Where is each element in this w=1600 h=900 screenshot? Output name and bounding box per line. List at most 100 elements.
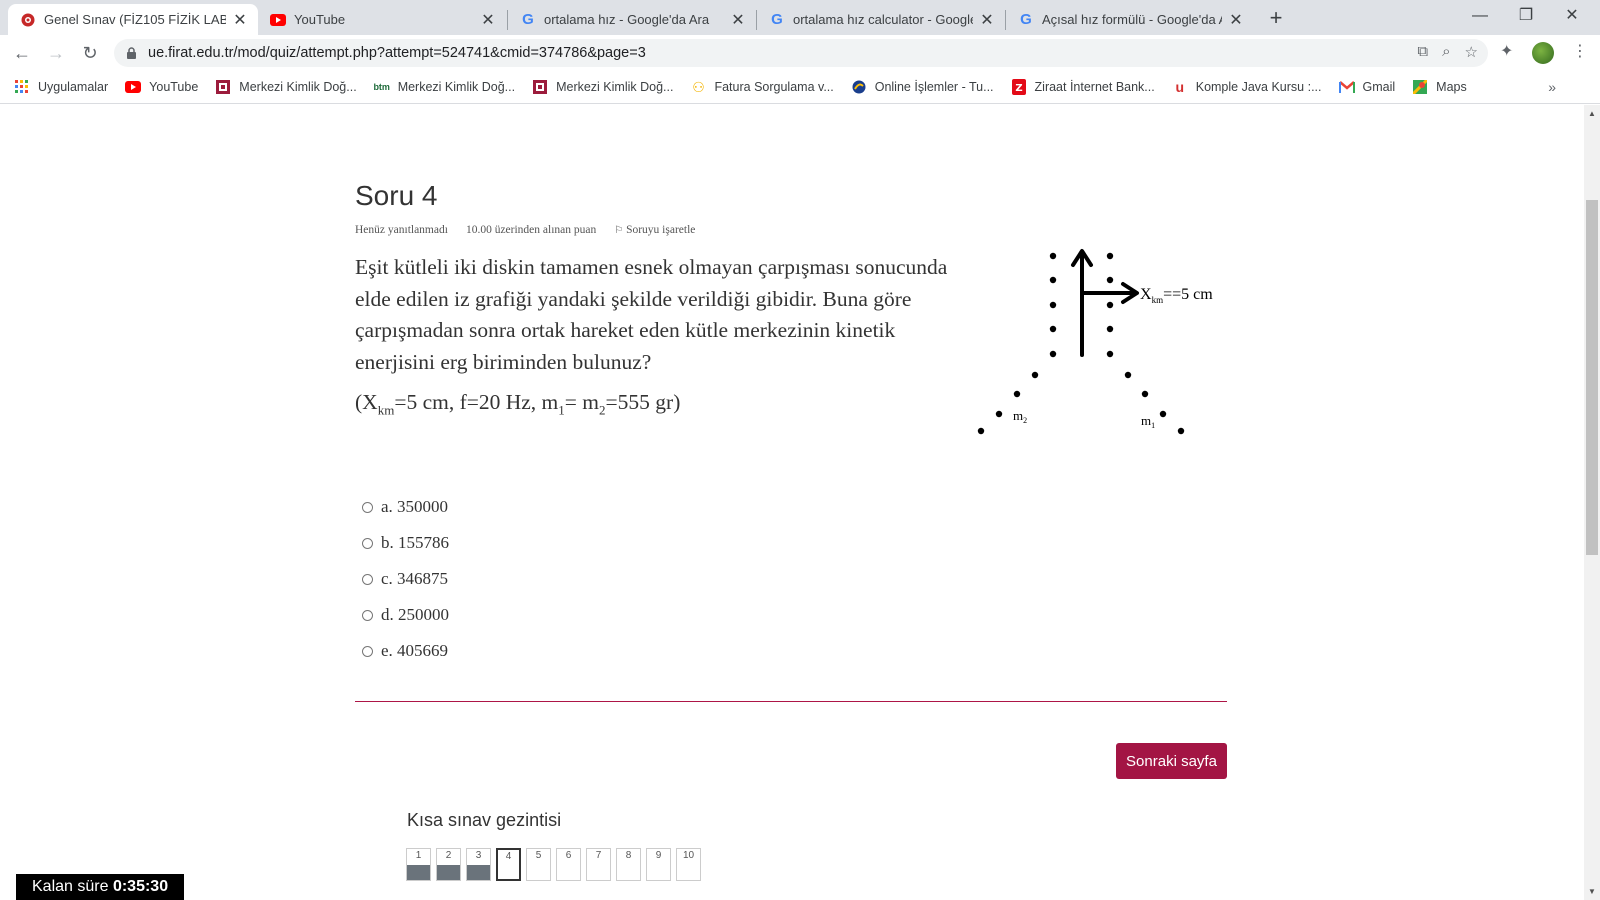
- timer-value: 0:35:30: [112, 878, 169, 895]
- address-bar[interactable]: ue.firat.edu.tr/mod/quiz/attempt.php?att…: [114, 39, 1488, 67]
- nav-question-5[interactable]: 5: [526, 848, 551, 881]
- scrollbar-thumb[interactable]: [1586, 200, 1598, 555]
- tab-quiz[interactable]: Genel Sınav (FİZ105 FİZİK LABOR ✕: [8, 4, 258, 35]
- bookmark-label: Maps: [1436, 80, 1467, 94]
- radio-button[interactable]: [362, 501, 373, 513]
- nav-question-7[interactable]: 7: [586, 848, 611, 881]
- minimize-icon[interactable]: —: [1457, 0, 1503, 32]
- close-tab-icon[interactable]: ✕: [480, 10, 496, 30]
- btm-icon: btm: [373, 82, 390, 92]
- nav-question-6[interactable]: 6: [556, 848, 581, 881]
- turkcell-icon: [851, 79, 867, 95]
- nav-question-10[interactable]: 10: [676, 848, 701, 881]
- ziraat-icon: Z: [1011, 79, 1027, 95]
- scroll-down-icon[interactable]: ▼: [1584, 887, 1600, 896]
- bookmark-gmail[interactable]: Gmail: [1338, 79, 1395, 95]
- answer-option-b[interactable]: b. 155786: [362, 533, 449, 553]
- radio-button[interactable]: [362, 645, 373, 657]
- scroll-up-icon[interactable]: ▲: [1584, 109, 1600, 118]
- nav-question-9[interactable]: 9: [646, 848, 671, 881]
- bookmark-kimlik-2[interactable]: btm Merkezi Kimlik Doğ...: [373, 79, 515, 95]
- reload-icon[interactable]: ↻: [78, 41, 102, 65]
- quiz-timer: Kalan süre 0:35:30: [16, 874, 184, 900]
- chevron-more-icon[interactable]: »: [1548, 79, 1556, 95]
- diagram-m-right-sub: 1: [1151, 421, 1155, 430]
- profile-avatar[interactable]: [1532, 42, 1554, 64]
- radio-button[interactable]: [362, 573, 373, 585]
- udemy-icon: u: [1175, 79, 1185, 95]
- google-icon: G: [1020, 11, 1032, 28]
- bookmark-star-icon[interactable]: ☆: [1465, 43, 1478, 61]
- tab-google-2[interactable]: G ortalama hız calculator - Google ✕: [757, 4, 1005, 35]
- kimlik-icon: [532, 79, 548, 95]
- diagram-m-left: m: [1013, 408, 1023, 423]
- answer-label: e. 405669: [381, 641, 449, 660]
- tab-google-1[interactable]: G ortalama hız - Google'da Ara ✕: [508, 4, 756, 35]
- section-divider: [355, 701, 1227, 702]
- question-points: 10.00 üzerinden alınan puan: [465, 224, 597, 236]
- nav-number: 3: [475, 850, 482, 861]
- close-tab-icon[interactable]: ✕: [1228, 10, 1244, 30]
- diagram-x-sub: km: [1152, 295, 1164, 305]
- tab-title: Açısal hız formülü - Google'da Ar: [1042, 12, 1222, 27]
- question-title: Soru 4: [355, 180, 438, 211]
- bookmark-apps[interactable]: Uygulamalar: [14, 79, 108, 95]
- answer-option-c[interactable]: c. 346875: [362, 569, 448, 589]
- tab-bar: Genel Sınav (FİZ105 FİZİK LABOR ✕ YouTub…: [0, 0, 1600, 35]
- tab-google-3[interactable]: G Açısal hız formülü - Google'da Ar ✕: [1006, 4, 1254, 35]
- tab-title: ortalama hız - Google'da Ara: [544, 12, 710, 27]
- bookmark-kimlik-3[interactable]: Merkezi Kimlik Doğ...: [532, 79, 673, 95]
- bookmark-kimlik-1[interactable]: Merkezi Kimlik Doğ...: [215, 79, 357, 95]
- answer-option-a[interactable]: a. 350000: [362, 497, 448, 517]
- quiz-navigation: 1 2 3 4 5 6 7 8 9 10: [406, 848, 701, 881]
- svg-text:Z: Z: [1015, 83, 1022, 94]
- nav-number: 1: [415, 850, 422, 861]
- extensions-icon[interactable]: ✦: [1500, 41, 1513, 61]
- bookmark-maps[interactable]: Maps: [1412, 79, 1467, 95]
- browser-toolbar: ← → ↻ ue.firat.edu.tr/mod/quiz/attempt.p…: [0, 35, 1600, 71]
- nav-question-4[interactable]: 4: [496, 848, 521, 881]
- back-icon[interactable]: ←: [10, 41, 34, 65]
- nav-question-3[interactable]: 3: [466, 848, 491, 881]
- tab-title: YouTube: [294, 12, 346, 27]
- youtube-icon: [125, 79, 142, 95]
- flag-label: Soruyu işaretle: [626, 224, 696, 236]
- tab-youtube[interactable]: YouTube ✕: [258, 4, 506, 35]
- bookmark-fatura[interactable]: ⚇ Fatura Sorgulama v...: [690, 78, 834, 95]
- close-tab-icon[interactable]: ✕: [730, 10, 746, 30]
- fatura-icon: ⚇: [692, 78, 705, 95]
- question-text: Eşit kütleli iki diskin tamamen esnek ol…: [355, 255, 948, 374]
- new-tab-button[interactable]: +: [1262, 5, 1290, 33]
- page-scrollbar[interactable]: ▲ ▼: [1584, 105, 1600, 900]
- answered-indicator: [437, 865, 460, 880]
- answer-option-e[interactable]: e. 405669: [362, 641, 448, 661]
- youtube-icon: [270, 12, 286, 28]
- restore-icon[interactable]: ❐: [1503, 0, 1549, 32]
- bookmark-online-islemler[interactable]: Online İşlemler - Tu...: [851, 79, 994, 95]
- nav-question-2[interactable]: 2: [436, 848, 461, 881]
- radio-button[interactable]: [362, 537, 373, 549]
- google-icon: G: [522, 11, 534, 28]
- forward-icon[interactable]: →: [44, 41, 68, 65]
- bookmark-java[interactable]: u Komple Java Kursu :...: [1172, 79, 1321, 95]
- bookmark-ziraat[interactable]: Z Ziraat İnternet Bank...: [1011, 79, 1155, 95]
- nav-question-8[interactable]: 8: [616, 848, 641, 881]
- answer-label: d. 250000: [381, 605, 449, 624]
- nav-question-1[interactable]: 1: [406, 848, 431, 881]
- gmail-icon: [1338, 79, 1355, 95]
- answered-indicator: [407, 865, 430, 880]
- close-tab-icon[interactable]: ✕: [232, 10, 248, 30]
- answer-option-d[interactable]: d. 250000: [362, 605, 449, 625]
- menu-icon[interactable]: ⋮: [1572, 41, 1588, 61]
- next-page-button[interactable]: Sonraki sayfa: [1116, 743, 1227, 779]
- svg-text:m2: m2: [1013, 408, 1027, 425]
- diagram-m-right: m: [1141, 413, 1151, 428]
- close-tab-icon[interactable]: ✕: [979, 10, 995, 30]
- collision-trace-diagram: Xkm==5 cm m2 m1: [977, 249, 1213, 435]
- radio-button[interactable]: [362, 609, 373, 621]
- translate-icon[interactable]: ⧉: [1417, 43, 1428, 61]
- close-window-icon[interactable]: ✕: [1549, 0, 1595, 32]
- bookmark-youtube[interactable]: YouTube: [125, 79, 198, 95]
- flag-question-link[interactable]: ⚐ Soruyu işaretle: [614, 224, 695, 236]
- zoom-icon[interactable]: ⌕: [1442, 43, 1450, 61]
